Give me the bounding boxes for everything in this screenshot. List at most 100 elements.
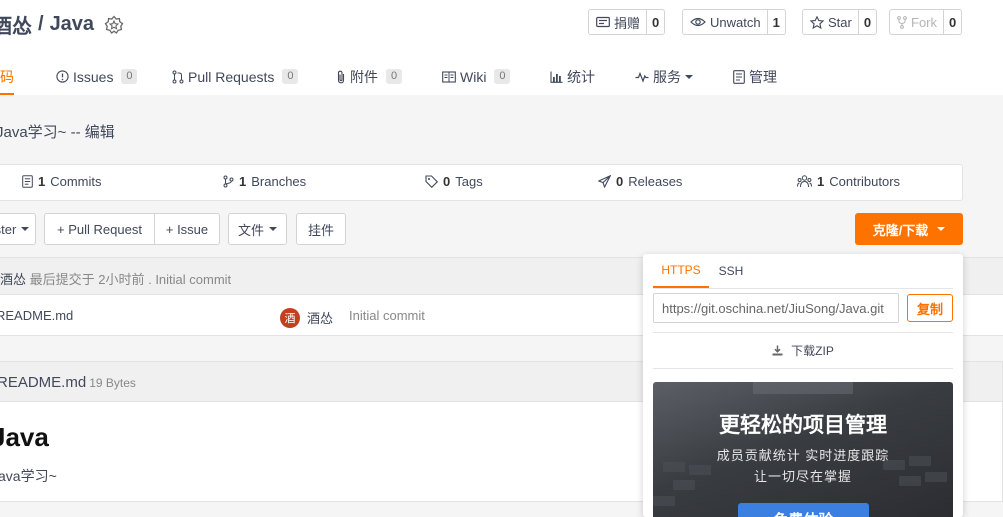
- donate-button[interactable]: 捐赠 0: [588, 9, 666, 35]
- unwatch-label: Unwatch: [710, 14, 761, 30]
- free-trial-button[interactable]: 免费体验: [738, 503, 869, 517]
- avatar[interactable]: 酒: [280, 308, 300, 328]
- tab-statistics-label: 统计: [567, 68, 595, 85]
- tab-https[interactable]: HTTPS: [653, 254, 709, 288]
- repo-name-link[interactable]: Java: [50, 13, 95, 36]
- stat-tags-count: 0: [443, 174, 451, 189]
- readme-heading: Java: [0, 422, 49, 452]
- stat-commits-label: Commits: [50, 174, 102, 189]
- stat-releases[interactable]: 0 Releases: [598, 174, 682, 189]
- promo-title: 更轻松的项目管理: [719, 414, 887, 437]
- commit-author-link[interactable]: 酒怂: [0, 272, 26, 287]
- fork-icon: [897, 15, 907, 29]
- tab-pull-requests-label: Pull Requests: [188, 68, 275, 85]
- donate-count: 0: [646, 10, 664, 34]
- donate-icon: [596, 16, 610, 28]
- promo-subtitle: 让一切尽在掌握: [753, 469, 852, 484]
- tab-pull-requests[interactable]: Pull Requests 0: [172, 58, 299, 95]
- widget-button[interactable]: 挂件: [296, 213, 346, 245]
- donate-label: 捐赠: [614, 15, 641, 31]
- stat-branches[interactable]: 1 Branches: [223, 174, 306, 189]
- download-zip-label: 下载ZIP: [791, 344, 834, 358]
- tab-pull-requests-count: 0: [282, 69, 299, 84]
- paperclip-icon: [336, 70, 346, 84]
- tab-manage[interactable]: 管理: [733, 58, 777, 95]
- tab-code[interactable]: 代码: [0, 58, 14, 95]
- fork-button[interactable]: Fork 0: [889, 9, 963, 35]
- files-dropdown-label: 文件: [237, 222, 264, 238]
- tab-attachments[interactable]: 附件 0: [336, 58, 402, 95]
- tab-services[interactable]: 服务: [635, 58, 693, 95]
- star-count: 0: [857, 10, 876, 34]
- star-label: Star: [828, 14, 852, 30]
- tab-wiki-count: 0: [494, 69, 511, 84]
- chevron-down-icon: [269, 227, 277, 231]
- repo-owner-link[interactable]: 酒怂: [0, 10, 32, 39]
- branch-select-label: master: [0, 221, 17, 237]
- stat-releases-count: 0: [616, 174, 624, 189]
- copy-button[interactable]: 复制: [907, 294, 953, 322]
- pulse-icon: [635, 71, 649, 83]
- tab-attachments-count: 0: [386, 69, 402, 84]
- tab-wiki[interactable]: Wiki 0: [442, 58, 511, 95]
- repo-stats-bar: 1 Commits 1 Branches 0 Tags 0 Releases 1…: [0, 164, 963, 201]
- repo-title-separator: /: [38, 13, 44, 35]
- stat-contributors-count: 1: [817, 174, 825, 189]
- release-icon: [598, 175, 611, 188]
- fork-label: Fork: [911, 14, 937, 30]
- repo-description: Java学习~ -- 编辑: [0, 124, 115, 141]
- stat-tags[interactable]: 0 Tags: [425, 174, 483, 189]
- new-pull-request-button[interactable]: + Pull Request: [44, 213, 155, 245]
- latest-commit-text: 酒怂 最后提交于 2小时前 . Initial commit: [0, 269, 231, 288]
- commits-icon: [22, 175, 33, 188]
- clone-download-button[interactable]: 克隆/下载: [855, 213, 963, 245]
- tab-attachments-label: 附件: [350, 68, 378, 85]
- file-commit-message-link[interactable]: Initial commit: [349, 308, 425, 323]
- stat-branches-count: 1: [239, 174, 247, 189]
- clone-dropdown-panel: HTTPS SSH 复制 下载ZIP 更轻松的项目管理 成员贡献统计 实时进度跟…: [643, 254, 963, 517]
- issues-icon: [56, 70, 69, 83]
- unwatch-button[interactable]: Unwatch 1: [682, 9, 786, 35]
- file-name-link[interactable]: README.md: [0, 308, 73, 323]
- files-dropdown[interactable]: 文件: [228, 213, 287, 245]
- star-icon: [810, 15, 824, 29]
- readme-filename[interactable]: README.md: [0, 374, 86, 391]
- unwatch-count: 1: [766, 10, 785, 34]
- tab-statistics[interactable]: 统计: [550, 58, 595, 95]
- fork-count: 0: [943, 10, 961, 34]
- branch-select[interactable]: master: [0, 213, 36, 245]
- widget-button-label: 挂件: [307, 222, 334, 238]
- clone-download-label: 克隆/下载: [872, 222, 929, 238]
- tab-manage-label: 管理: [749, 68, 777, 85]
- tab-ssh[interactable]: SSH: [709, 254, 753, 288]
- file-author-link[interactable]: 酒怂: [307, 308, 333, 327]
- tab-issues-count: 0: [121, 69, 138, 84]
- divider: [653, 332, 953, 333]
- promo-subtitle: 成员贡献统计 实时进度跟踪: [716, 448, 890, 463]
- stat-commits[interactable]: 1 Commits: [22, 174, 102, 189]
- wiki-icon: [442, 70, 456, 83]
- promo-banner[interactable]: 更轻松的项目管理 成员贡献统计 实时进度跟踪 让一切尽在掌握 免费体验: [653, 382, 953, 517]
- clone-url-input[interactable]: [653, 293, 899, 323]
- new-issue-label: + Issue: [165, 221, 209, 237]
- contributors-icon: [797, 175, 812, 188]
- stat-contributors-label: Contributors: [829, 174, 901, 189]
- tab-issues-label: Issues: [73, 68, 114, 85]
- branch-icon: [223, 175, 234, 188]
- repo-tabs: 代码 Issues 0 Pull Requests 0 附件 0 Wiki 0 …: [0, 58, 1003, 95]
- pull-request-icon: [172, 70, 184, 84]
- new-issue-button[interactable]: + Issue: [154, 213, 220, 245]
- stat-contributors[interactable]: 1 Contributors: [797, 174, 900, 189]
- stat-tags-label: Tags: [455, 174, 483, 189]
- tab-issues[interactable]: Issues 0: [56, 58, 138, 95]
- commit-summary: 最后提交于 2小时前 . Initial commit: [29, 272, 232, 287]
- download-zip-link[interactable]: 下载ZIP: [643, 342, 963, 359]
- tab-code-label: 代码: [0, 68, 14, 85]
- stat-branches-label: Branches: [251, 174, 307, 189]
- recommend-badge-icon: [104, 15, 124, 35]
- stat-commits-count: 1: [38, 174, 46, 189]
- star-button[interactable]: Star 0: [802, 9, 878, 35]
- download-icon: [772, 345, 783, 356]
- tab-services-label: 服务: [653, 68, 681, 85]
- tab-wiki-label: Wiki: [460, 68, 487, 85]
